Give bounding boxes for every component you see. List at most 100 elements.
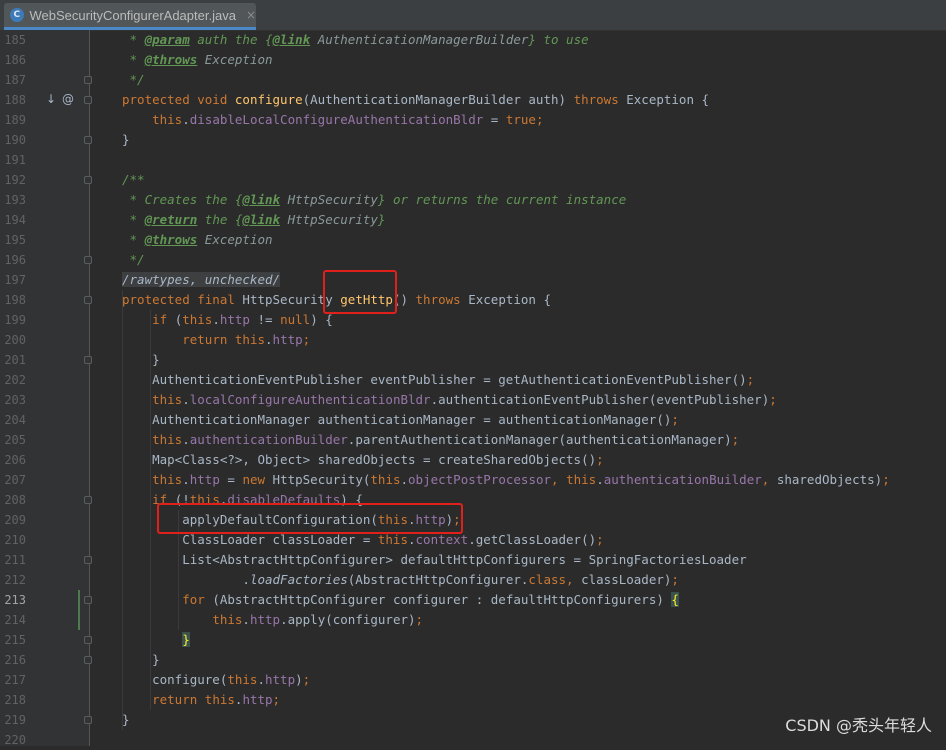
code-line[interactable]: 218 return this.http; xyxy=(0,690,946,710)
fold-marker-icon[interactable] xyxy=(84,716,92,724)
editor-tab[interactable]: C WebSecurityConfigurerAdapter.java × xyxy=(4,3,256,30)
fold-marker-icon[interactable] xyxy=(84,136,92,144)
line-number[interactable]: 199 xyxy=(0,310,26,330)
code-line[interactable]: 199 if (this.http != null) { xyxy=(0,310,946,330)
line-number[interactable]: 212 xyxy=(0,570,26,590)
code-line[interactable]: 194 * @return the {@link HttpSecurity} xyxy=(0,210,946,230)
annotation-icon[interactable]: @ xyxy=(62,92,74,106)
code-line[interactable]: 216 } xyxy=(0,650,946,670)
code-line[interactable]: 185 * @param auth the {@link Authenticat… xyxy=(0,30,946,50)
code-token: http xyxy=(189,472,220,487)
line-number[interactable]: 186 xyxy=(0,50,26,70)
code-token: (AbstractHttpConfigurer configurer : def… xyxy=(212,592,672,607)
line-number[interactable]: 207 xyxy=(0,470,26,490)
line-number[interactable]: 195 xyxy=(0,230,26,250)
code-line[interactable]: 186 * @throws Exception xyxy=(0,50,946,70)
code-token: HttpSecurity xyxy=(280,192,378,207)
line-number[interactable]: 189 xyxy=(0,110,26,130)
override-method-icon[interactable]: ↓ xyxy=(46,92,56,106)
code-line[interactable]: 201 } xyxy=(0,350,946,370)
line-number[interactable]: 188 xyxy=(0,90,26,110)
line-number[interactable]: 193 xyxy=(0,190,26,210)
close-icon[interactable]: × xyxy=(246,8,256,22)
fold-marker-icon[interactable] xyxy=(84,556,92,564)
line-number[interactable]: 185 xyxy=(0,30,26,50)
line-number[interactable]: 213 xyxy=(0,590,26,610)
line-number[interactable]: 196 xyxy=(0,250,26,270)
code-line[interactable]: 196 */ xyxy=(0,250,946,270)
line-number[interactable]: 217 xyxy=(0,670,26,690)
code-line[interactable]: 188 protected void configure(Authenticati… xyxy=(0,90,946,110)
fold-marker-icon[interactable] xyxy=(84,496,92,504)
code-line[interactable]: 192 /** xyxy=(0,170,946,190)
line-number[interactable]: 191 xyxy=(0,150,26,170)
line-number[interactable]: 201 xyxy=(0,350,26,370)
line-number[interactable]: 214 xyxy=(0,610,26,630)
line-number[interactable]: 211 xyxy=(0,550,26,570)
code-line[interactable]: 206 Map<Class<?>, Object> sharedObjects … xyxy=(0,450,946,470)
code-line[interactable]: 203 this.localConfigureAuthenticationBld… xyxy=(0,390,946,410)
line-number[interactable]: 204 xyxy=(0,410,26,430)
code-line[interactable]: 200 return this.http; xyxy=(0,330,946,350)
line-number[interactable]: 205 xyxy=(0,430,26,450)
code-line[interactable]: 204 AuthenticationManager authentication… xyxy=(0,410,946,430)
code-line[interactable]: 190} xyxy=(0,130,946,150)
code-token: , xyxy=(761,472,777,487)
fold-marker-icon[interactable] xyxy=(84,596,92,604)
code-line[interactable]: 209 applyDefaultConfiguration(this.http)… xyxy=(0,510,946,530)
fold-marker-icon[interactable] xyxy=(84,76,92,84)
line-number[interactable]: 192 xyxy=(0,170,26,190)
line-number[interactable]: 206 xyxy=(0,450,26,470)
fold-marker-icon[interactable] xyxy=(84,296,92,304)
fold-marker-icon[interactable] xyxy=(84,256,92,264)
fold-marker-icon[interactable] xyxy=(84,356,92,364)
code-token: Exception { xyxy=(468,292,552,307)
line-number[interactable]: 208 xyxy=(0,490,26,510)
code-line[interactable]: 191 xyxy=(0,150,946,170)
code-line[interactable]: 213 for (AbstractHttpConfigurer configur… xyxy=(0,590,946,610)
line-number[interactable]: 216 xyxy=(0,650,26,670)
line-number[interactable]: 198 xyxy=(0,290,26,310)
code-line[interactable]: 193 * Creates the {@link HttpSecurity} o… xyxy=(0,190,946,210)
fold-marker-icon[interactable] xyxy=(84,656,92,664)
code-line[interactable]: 195 * @throws Exception xyxy=(0,230,946,250)
line-number[interactable]: 202 xyxy=(0,370,26,390)
code-line[interactable]: 215 } xyxy=(0,630,946,650)
code-token: null xyxy=(280,312,311,327)
line-number[interactable]: 218 xyxy=(0,690,26,710)
line-number[interactable]: 203 xyxy=(0,390,26,410)
fold-marker-icon[interactable] xyxy=(84,176,92,184)
code-line[interactable]: 207 this.http = new HttpSecurity(this.ob… xyxy=(0,470,946,490)
code-token: List<AbstractHttpConfigurer> defaultHttp… xyxy=(122,552,747,567)
code-line[interactable]: 197/rawtypes, unchecked/ xyxy=(0,270,946,290)
line-number[interactable]: 200 xyxy=(0,330,26,350)
code-line[interactable]: 187 */ xyxy=(0,70,946,90)
code-token: authenticationBuilder xyxy=(189,432,348,447)
code-line[interactable]: 211 List<AbstractHttpConfigurer> default… xyxy=(0,550,946,570)
code-line[interactable]: 189 this.disableLocalConfigureAuthentica… xyxy=(0,110,946,130)
line-number[interactable]: 215 xyxy=(0,630,26,650)
line-number[interactable]: 210 xyxy=(0,530,26,550)
line-number[interactable]: 190 xyxy=(0,130,26,150)
code-line[interactable]: 210 ClassLoader classLoader = this.conte… xyxy=(0,530,946,550)
code-line[interactable]: 205 this.authenticationBuilder.parentAut… xyxy=(0,430,946,450)
code-line[interactable]: 212 .loadFactories(AbstractHttpConfigure… xyxy=(0,570,946,590)
line-number[interactable]: 194 xyxy=(0,210,26,230)
fold-marker-icon[interactable] xyxy=(84,636,92,644)
line-number[interactable]: 219 xyxy=(0,710,26,730)
code-text: this.localConfigureAuthenticationBldr.au… xyxy=(122,390,777,410)
code-line[interactable]: 208 if (!this.disableDefaults) { xyxy=(0,490,946,510)
code-line[interactable]: 198 protected final HttpSecurity getHttp(… xyxy=(0,290,946,310)
code-line[interactable]: 202 AuthenticationEventPublisher eventPu… xyxy=(0,370,946,390)
code-text: return this.http; xyxy=(122,690,280,710)
line-number[interactable]: 209 xyxy=(0,510,26,530)
line-number[interactable]: 187 xyxy=(0,70,26,90)
line-number[interactable]: 220 xyxy=(0,730,26,750)
code-text: } xyxy=(122,350,160,370)
line-number[interactable]: 197 xyxy=(0,270,26,290)
fold-marker-icon[interactable] xyxy=(84,96,92,104)
code-line[interactable]: 217 configure(this.http); xyxy=(0,670,946,690)
code-line[interactable]: 214 this.http.apply(configurer); xyxy=(0,610,946,630)
code-token: ; xyxy=(882,472,890,487)
code-token: class, xyxy=(528,572,582,587)
